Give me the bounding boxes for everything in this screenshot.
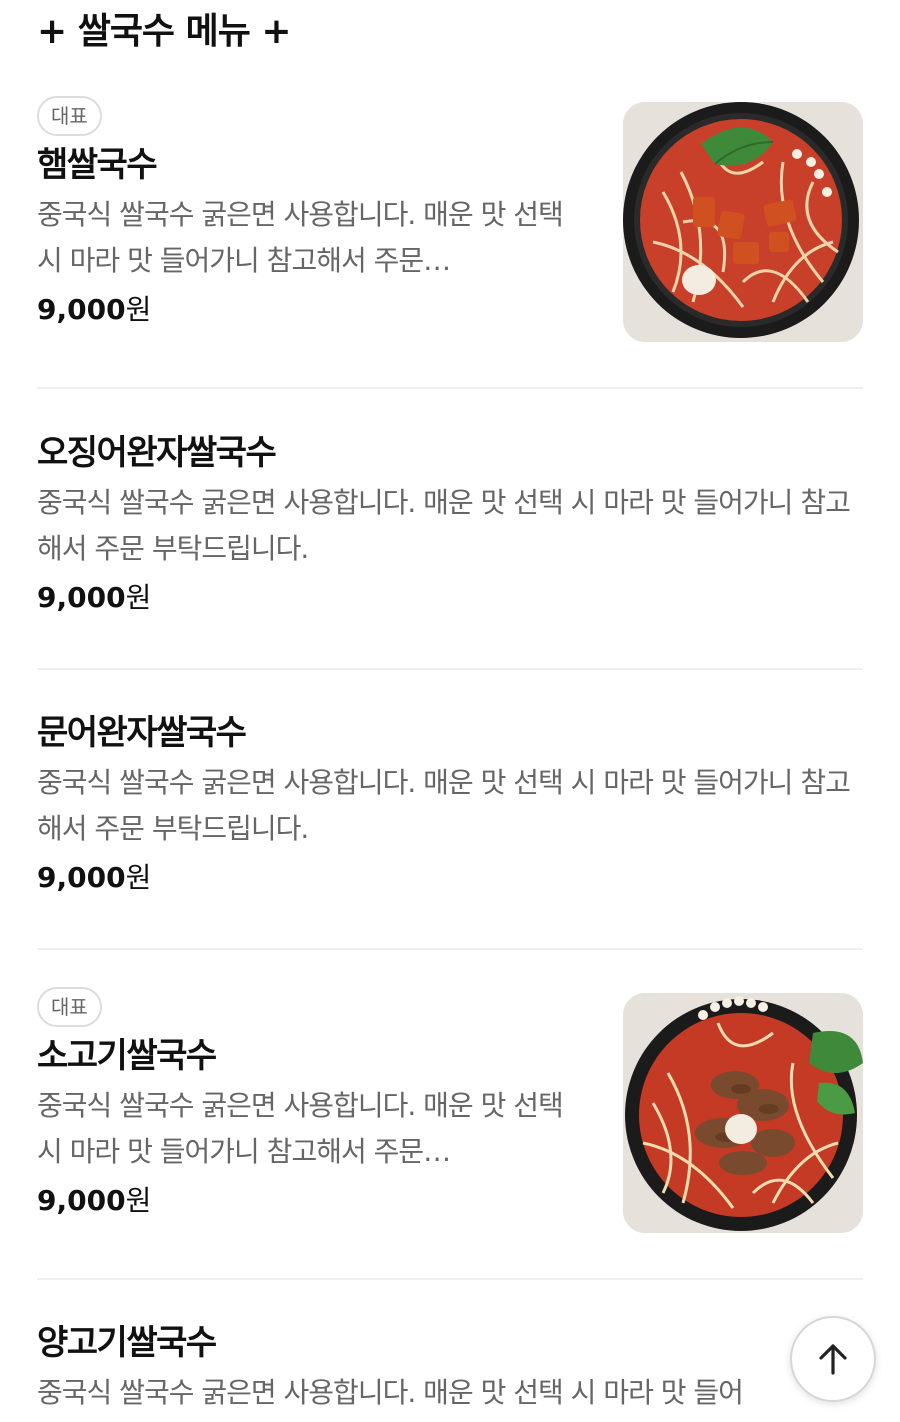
menu-divider — [37, 948, 863, 950]
menu-item-price: 9,000원 — [37, 1179, 592, 1223]
menu-item-text: 대표 햄쌀국수 중국식 쌀국수 굵은면 사용합니다. 매운 맛 선택 시 마라 … — [37, 96, 592, 332]
price-currency: 원 — [125, 1184, 152, 1217]
beef-noodle-bowl-image — [623, 993, 863, 1233]
price-currency: 원 — [125, 581, 152, 614]
menu-item-octopus-ball-rice-noodle[interactable]: 문어완자쌀국수 중국식 쌀국수 굵은면 사용합니다. 매운 맛 선택 시 마라 … — [37, 710, 863, 900]
menu-item-squid-ball-rice-noodle[interactable]: 오징어완자쌀국수 중국식 쌀국수 굵은면 사용합니다. 매운 맛 선택 시 마라… — [37, 430, 863, 620]
menu-item-description: 중국식 쌀국수 굵은면 사용합니다. 매운 맛 선택 시 마라 맛 들어가니 참… — [37, 486, 851, 565]
menu-item-ham-rice-noodle[interactable]: 대표 햄쌀국수 중국식 쌀국수 굵은면 사용합니다. 매운 맛 선택 시 마라 … — [37, 96, 863, 342]
price-currency: 원 — [125, 861, 152, 894]
signature-badge: 대표 — [37, 987, 102, 1027]
menu-divider — [37, 387, 863, 389]
menu-item-photo[interactable] — [623, 102, 863, 342]
menu-item-name: 햄쌀국수 — [37, 145, 158, 185]
signature-badge: 대표 — [37, 96, 102, 136]
menu-item-name: 문어완자쌀국수 — [37, 713, 247, 753]
menu-item-name: 오징어완자쌀국수 — [37, 433, 277, 473]
section-title: + 쌀국수 메뉴 + — [37, 11, 292, 52]
menu-item-price: 9,000원 — [37, 288, 592, 332]
menu-item-name: 양고기쌀국수 — [37, 1323, 217, 1363]
ham-noodle-bowl-image — [623, 102, 863, 342]
menu-item-description: 중국식 쌀국수 굵은면 사용합니다. 매운 맛 선택 시 마라 맛 들어 — [37, 1376, 744, 1409]
menu-item-beef-rice-noodle[interactable]: 대표 소고기쌀국수 중국식 쌀국수 굵은면 사용합니다. 매운 맛 선택 시 마… — [37, 987, 863, 1233]
menu-divider — [37, 1278, 863, 1280]
menu-item-name: 소고기쌀국수 — [37, 1036, 217, 1076]
price-currency: 원 — [125, 293, 152, 326]
price-amount: 9,000 — [37, 293, 126, 326]
menu-item-price: 9,000원 — [37, 576, 863, 620]
menu-divider — [37, 668, 863, 670]
price-amount: 9,000 — [37, 581, 126, 614]
price-amount: 9,000 — [37, 1184, 126, 1217]
arrow-up-icon — [819, 1344, 847, 1375]
menu-item-price: 9,000원 — [37, 856, 863, 900]
menu-item-text: 대표 소고기쌀국수 중국식 쌀국수 굵은면 사용합니다. 매운 맛 선택 시 마… — [37, 987, 592, 1223]
menu-item-lamb-rice-noodle[interactable]: 양고기쌀국수 중국식 쌀국수 굵은면 사용합니다. 매운 맛 선택 시 마라 맛… — [37, 1320, 863, 1416]
menu-item-photo[interactable] — [623, 993, 863, 1233]
menu-item-description: 중국식 쌀국수 굵은면 사용합니다. 매운 맛 선택 시 마라 맛 들어가니 참… — [37, 766, 851, 845]
scroll-to-top-button[interactable] — [790, 1316, 876, 1402]
menu-item-description: 중국식 쌀국수 굵은면 사용합니다. 매운 맛 선택 시 마라 맛 들어가니 참… — [37, 198, 564, 277]
menu-item-description: 중국식 쌀국수 굵은면 사용합니다. 매운 맛 선택 시 마라 맛 들어가니 참… — [37, 1089, 564, 1168]
price-amount: 9,000 — [37, 861, 126, 894]
